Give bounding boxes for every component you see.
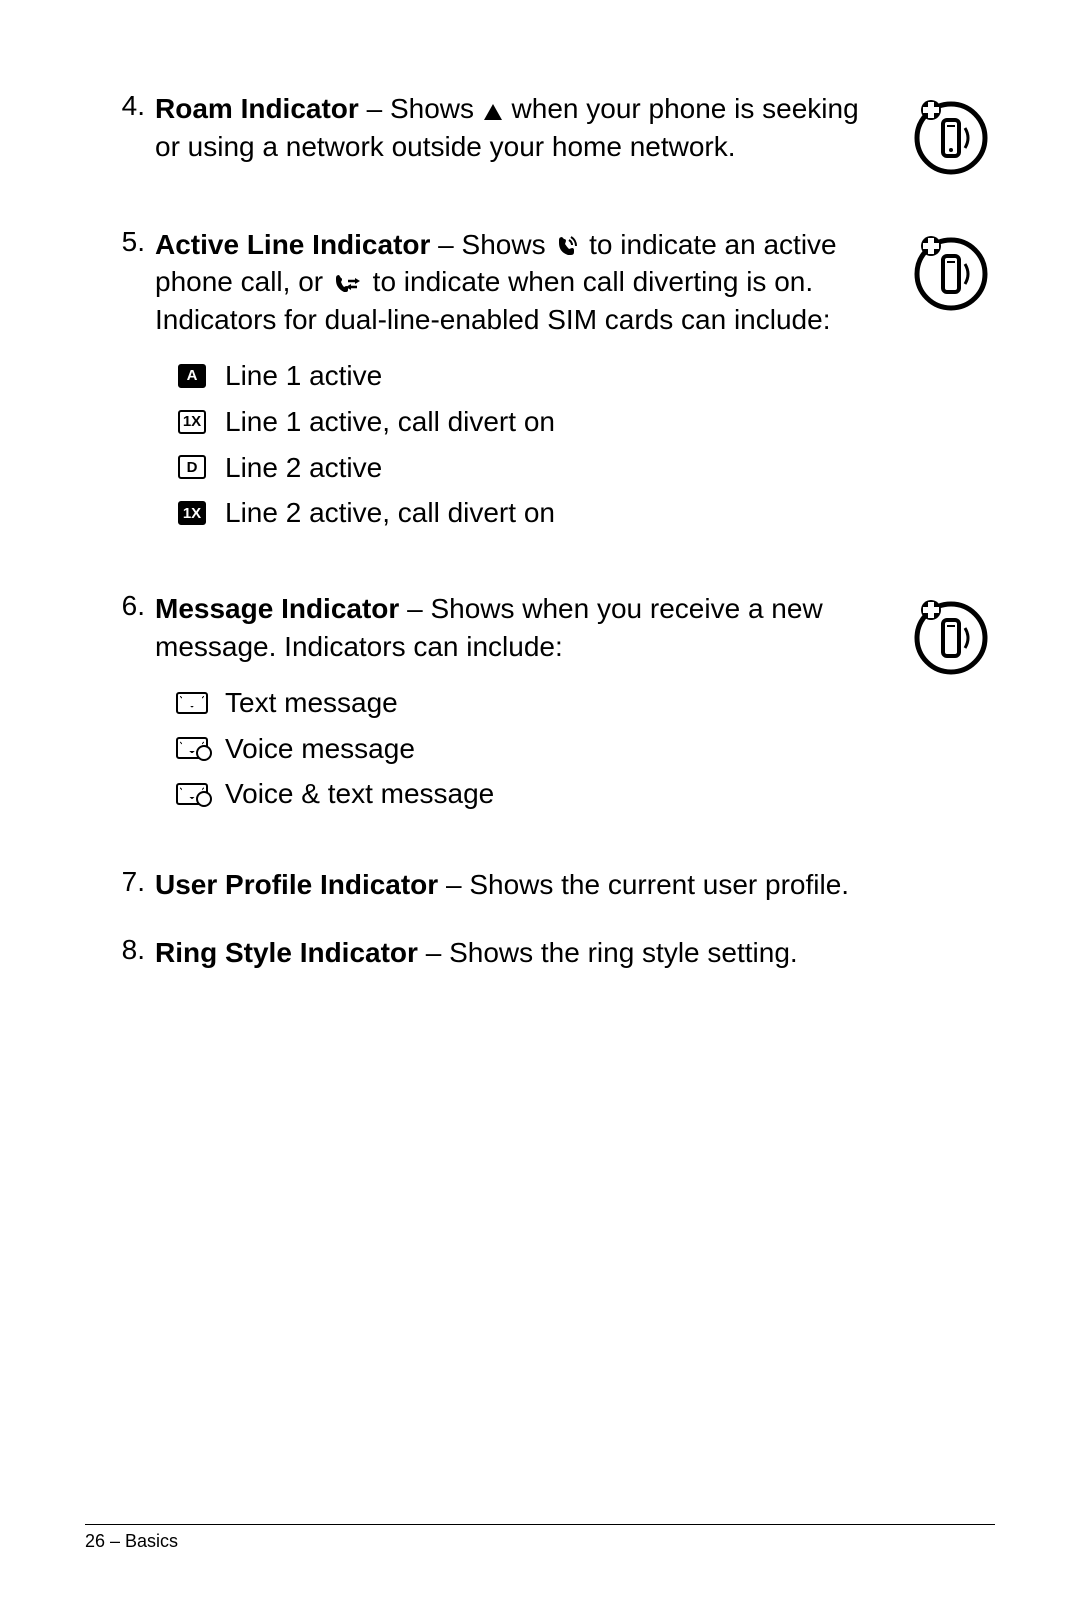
list-item-5: 5. Active Line Indicator – Shows to indi… <box>105 226 995 541</box>
sub-item: D Line 2 active <box>175 449 875 487</box>
phone-badge-icon <box>907 90 995 178</box>
item-title: Ring Style Indicator <box>155 937 418 968</box>
item-body: Active Line Indicator – Shows to indicat… <box>155 226 995 541</box>
item-body: User Profile Indicator – Shows the curre… <box>155 866 995 904</box>
handset-divert-icon <box>333 267 363 289</box>
sub-label: Line 1 active, call divert on <box>225 403 555 441</box>
handset-active-icon <box>555 230 579 254</box>
page-footer: 26 – Basics <box>85 1524 995 1552</box>
item-title: Active Line Indicator <box>155 229 430 260</box>
phone-badge-icon <box>907 226 995 314</box>
line1-active-icon: A <box>175 362 209 390</box>
sub-list: A Line 1 active 1X Line 1 active, call d… <box>175 357 875 532</box>
item-number: 5. <box>105 226 155 541</box>
voice-message-icon <box>175 734 209 762</box>
sub-item: Voice & text message <box>175 775 875 813</box>
sub-label: Line 2 active, call divert on <box>225 494 555 532</box>
item-number: 4. <box>105 90 155 166</box>
voice-text-message-icon <box>175 780 209 808</box>
sub-label: Line 1 active <box>225 357 382 395</box>
phone-badge-icon <box>907 590 995 678</box>
line2-divert-icon: 1X <box>175 499 209 527</box>
item-body: Message Indicator – Shows when you recei… <box>155 590 995 821</box>
item-body: Roam Indicator – Shows when your phone i… <box>155 90 995 166</box>
sub-label: Text message <box>225 684 398 722</box>
item-title: User Profile Indicator <box>155 869 438 900</box>
sub-item: Text message <box>175 684 875 722</box>
sub-label: Line 2 active <box>225 449 382 487</box>
list-item-7: 7. User Profile Indicator – Shows the cu… <box>105 866 995 904</box>
sub-item: 1X Line 1 active, call divert on <box>175 403 875 441</box>
page-content: 4. Roam Indicator – Shows when your phon… <box>0 0 1080 972</box>
sub-label: Voice & text message <box>225 775 494 813</box>
list-item-4: 4. Roam Indicator – Shows when your phon… <box>105 90 995 166</box>
item-title: Roam Indicator <box>155 93 359 124</box>
item-number: 6. <box>105 590 155 821</box>
line1-divert-icon: 1X <box>175 408 209 436</box>
text-message-icon <box>175 689 209 717</box>
line2-active-icon: D <box>175 453 209 481</box>
item-number: 7. <box>105 866 155 904</box>
sub-item: 1X Line 2 active, call divert on <box>175 494 875 532</box>
triangle-icon <box>484 104 502 120</box>
sub-item: Voice message <box>175 730 875 768</box>
sub-item: A Line 1 active <box>175 357 875 395</box>
item-body: Ring Style Indicator – Shows the ring st… <box>155 934 995 972</box>
list-item-6: 6. Message Indicator – Shows when you re… <box>105 590 995 821</box>
list-item-8: 8. Ring Style Indicator – Shows the ring… <box>105 934 995 972</box>
sub-list: Text message Voice message Voice & text … <box>175 684 875 813</box>
sub-label: Voice message <box>225 730 415 768</box>
footer-text: 26 – Basics <box>85 1531 178 1551</box>
item-number: 8. <box>105 934 155 972</box>
item-title: Message Indicator <box>155 593 399 624</box>
